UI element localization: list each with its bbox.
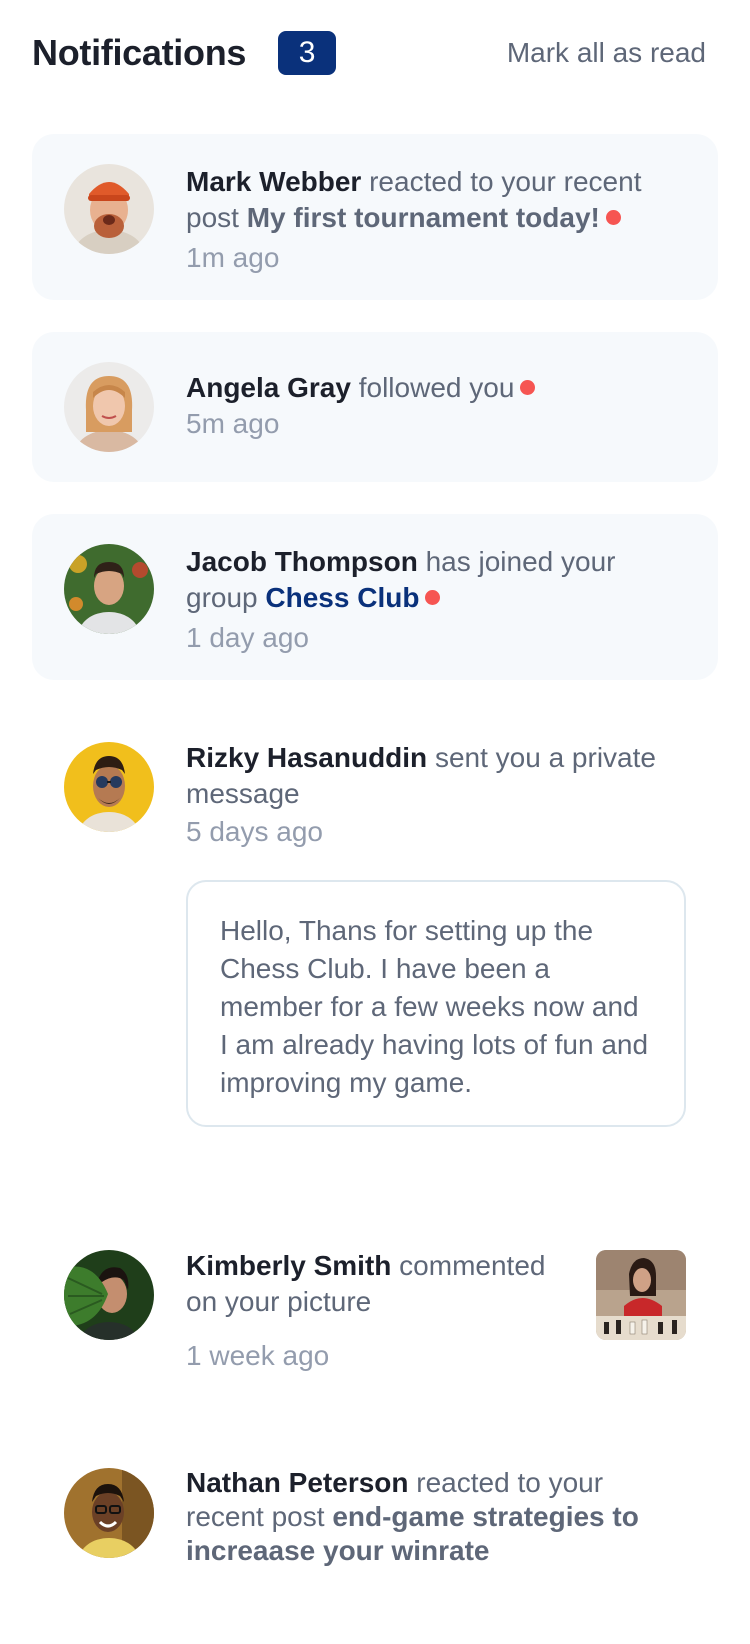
notification-text: Angela Gray followed you — [186, 370, 678, 406]
unread-dot — [425, 590, 441, 606]
user-name-link[interactable]: Jacob Thompson — [186, 546, 418, 577]
timestamp: 1m ago — [186, 242, 280, 273]
notification-body: Angela Gray followed you 5m ago — [186, 370, 678, 442]
user-name-link[interactable]: Mark Webber — [186, 166, 361, 197]
avatar-nathan-peterson-image — [64, 1468, 154, 1558]
unread-count-badge: 3 — [278, 31, 337, 75]
avatar-mark-webber-image — [64, 164, 154, 254]
group-link[interactable]: Chess Club — [265, 582, 419, 613]
notification-card[interactable]: Mark Webber reacted to your recent post … — [32, 134, 718, 300]
notification-text: Kimberly Smith commented on your picture — [186, 1248, 550, 1320]
notification-text: Nathan Peterson reacted to your recent p… — [186, 1466, 678, 1568]
avatar-nathan-peterson[interactable] — [64, 1468, 154, 1558]
page-title: Notifications — [32, 32, 247, 73]
chess-picture-image — [596, 1250, 686, 1340]
header: Notifications 3 Mark all as read — [32, 28, 718, 78]
unread-dot — [520, 380, 536, 396]
notification-body: Mark Webber reacted to your recent post … — [186, 164, 678, 276]
timestamp: 1 day ago — [186, 622, 309, 653]
user-name-link[interactable]: Kimberly Smith — [186, 1250, 391, 1281]
timestamp: 5m ago — [186, 408, 280, 439]
avatar-kimberly-smith-image — [64, 1250, 154, 1340]
avatar-jacob-thompson[interactable] — [64, 544, 154, 634]
notifications-page: Notifications 3 Mark all as read Mark We… — [0, 0, 750, 1644]
notification-card[interactable]: Angela Gray followed you 5m ago — [32, 332, 718, 482]
avatar-mark-webber[interactable] — [64, 164, 154, 254]
user-name-link[interactable]: Angela Gray — [186, 372, 351, 403]
notification-card[interactable]: Kimberly Smith commented on your picture… — [32, 1220, 718, 1410]
avatar-jacob-thompson-image — [64, 544, 154, 634]
notification-card[interactable]: Jacob Thompson has joined your group Che… — [32, 514, 718, 680]
mark-all-read-button[interactable]: Mark all as read — [507, 37, 706, 69]
notification-body: Jacob Thompson has joined your group Che… — [186, 544, 678, 656]
avatar-rizky-hasanuddin[interactable] — [64, 742, 154, 832]
user-name-link[interactable]: Rizky Hasanuddin — [186, 742, 427, 773]
notification-card[interactable]: Nathan Peterson reacted to your recent p… — [32, 1438, 718, 1644]
notification-text: Jacob Thompson has joined your group Che… — [186, 544, 678, 616]
timestamp: 5 days ago — [186, 816, 323, 847]
user-name-link[interactable]: Nathan Peterson — [186, 1467, 409, 1498]
avatar-angela-gray[interactable] — [64, 362, 154, 452]
notification-body: Kimberly Smith commented on your picture… — [186, 1248, 550, 1374]
commented-picture-thumbnail[interactable] — [596, 1250, 686, 1340]
notification-text: Mark Webber reacted to your recent post … — [186, 164, 678, 236]
notification-body: Nathan Peterson reacted to your recent p… — [186, 1466, 678, 1568]
notification-body: Rizky Hasanuddin sent you a private mess… — [186, 740, 678, 850]
avatar-angela-gray-image — [64, 362, 154, 452]
action-text: followed you — [358, 372, 515, 403]
unread-dot — [605, 210, 621, 226]
post-link[interactable]: My first tournament today! — [247, 202, 600, 233]
avatar-kimberly-smith[interactable] — [64, 1250, 154, 1340]
avatar-rizky-hasanuddin-image — [64, 742, 154, 832]
notification-text: Rizky Hasanuddin sent you a private mess… — [186, 740, 678, 812]
private-message-preview[interactable]: Hello, Thans for setting up the Chess Cl… — [186, 880, 686, 1127]
timestamp: 1 week ago — [186, 1340, 330, 1371]
